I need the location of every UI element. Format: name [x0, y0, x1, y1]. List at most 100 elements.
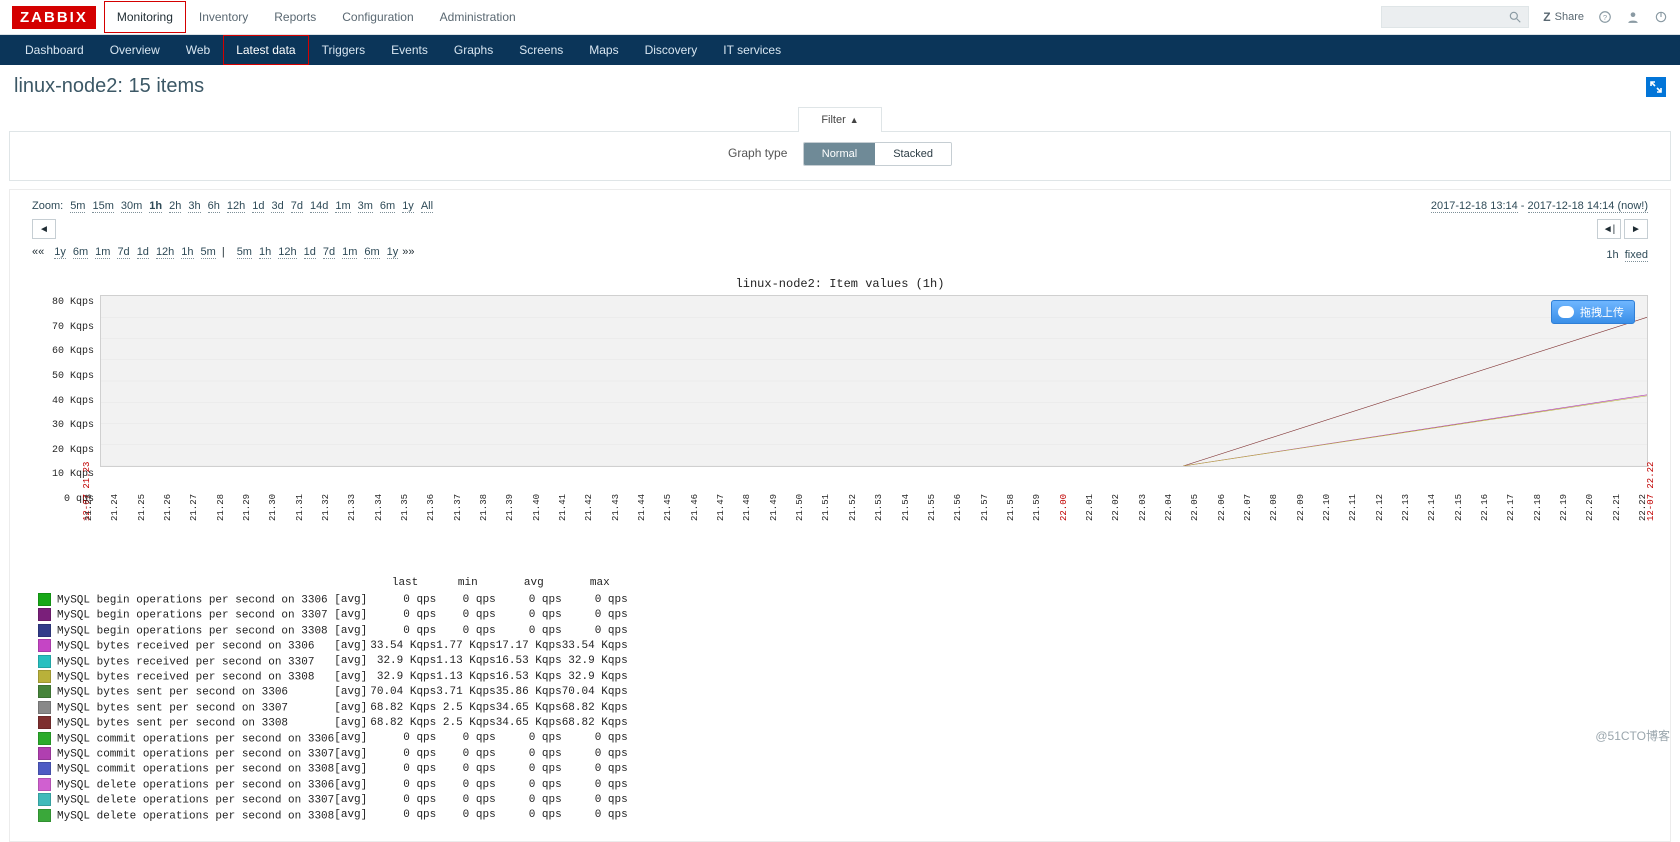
graph-type-normal[interactable]: Normal [804, 143, 875, 165]
zoom-label: Zoom: [32, 200, 63, 212]
triangle-up-icon: ▲ [850, 115, 859, 125]
zoom-6m[interactable]: 6m [380, 200, 395, 213]
step-fwd-1y[interactable]: 1y [387, 246, 399, 259]
chart: 80 Kqps70 Kqps60 Kqps50 Kqps40 Kqps30 Kq… [32, 295, 1648, 525]
graph-type-stacked[interactable]: Stacked [875, 143, 951, 165]
plot-area[interactable]: 拖拽上传 [100, 295, 1648, 467]
graph-panel: Zoom: 5m 15m 30m 1h 2h 3h 6h 12h 1d 3d 7d 14d 1m 3m 6m… [9, 189, 1671, 842]
zoom-30m[interactable]: 30m [121, 200, 142, 213]
filter-toggle[interactable]: Filter▲ [798, 107, 881, 132]
sub-nav: DashboardOverviewWebLatest dataTriggersE… [0, 35, 1680, 65]
page-header: linux-node2: 15 items [0, 65, 1680, 106]
legend-row: MySQL delete operations per second on 33… [38, 777, 628, 792]
graph-type-segmented: Normal Stacked [803, 142, 952, 166]
sub-nav-web[interactable]: Web [173, 35, 223, 65]
main-nav-monitoring[interactable]: Monitoring [104, 1, 186, 33]
chart-legend: lastminavgmaxMySQL begin operations per … [38, 577, 1648, 823]
zoom-1y[interactable]: 1y [402, 200, 414, 213]
top-bar: ZABBIX MonitoringInventoryReportsConfigu… [0, 0, 1680, 35]
zoom-1h[interactable]: 1h [149, 200, 162, 213]
step-back-1d[interactable]: 1d [137, 246, 149, 259]
fullscreen-button[interactable] [1646, 77, 1666, 97]
user-icon[interactable] [1626, 10, 1640, 24]
zoom-6h[interactable]: 6h [208, 200, 220, 213]
step-fwd-1d[interactable]: 1d [304, 246, 316, 259]
sub-nav-events[interactable]: Events [378, 35, 441, 65]
step-back-1m[interactable]: 1m [95, 246, 110, 259]
nav-prev-end-button[interactable]: ◄| [1597, 219, 1621, 239]
zoom-3m[interactable]: 3m [358, 200, 373, 213]
sub-nav-maps[interactable]: Maps [576, 35, 631, 65]
nav-prev-button[interactable]: ◄ [32, 219, 56, 239]
zoom-15m[interactable]: 15m [92, 200, 113, 213]
legend-row: MySQL begin operations per second on 330… [38, 623, 628, 638]
step-fwd-5m[interactable]: 5m [237, 246, 252, 259]
zoom-7d[interactable]: 7d [291, 200, 303, 213]
sub-nav-it-services[interactable]: IT services [710, 35, 794, 65]
step-back-1y[interactable]: 1y [54, 246, 66, 259]
step-left-cap: «« [32, 246, 44, 258]
legend-row: MySQL bytes received per second on 3308[… [38, 669, 628, 684]
logo[interactable]: ZABBIX [12, 6, 96, 29]
zoom-3d[interactable]: 3d [271, 200, 283, 213]
step-back-1h[interactable]: 1h [181, 246, 193, 259]
zoom-3h[interactable]: 3h [188, 200, 200, 213]
help-icon[interactable]: ? [1598, 10, 1612, 24]
legend-row: MySQL delete operations per second on 33… [38, 808, 628, 823]
zoom-1d[interactable]: 1d [252, 200, 264, 213]
step-back-7d[interactable]: 7d [117, 246, 129, 259]
main-nav-reports[interactable]: Reports [261, 1, 329, 33]
zoom-1m[interactable]: 1m [335, 200, 350, 213]
main-nav-configuration[interactable]: Configuration [329, 1, 426, 33]
step-back-12h[interactable]: 12h [156, 246, 174, 259]
step-fwd-12h[interactable]: 12h [278, 246, 296, 259]
legend-row: MySQL begin operations per second on 330… [38, 592, 628, 607]
main-nav-administration[interactable]: Administration [427, 1, 529, 33]
legend-row: MySQL bytes received per second on 3307[… [38, 654, 628, 669]
sub-nav-screens[interactable]: Screens [506, 35, 576, 65]
sub-nav-graphs[interactable]: Graphs [441, 35, 506, 65]
legend-row: MySQL bytes sent per second on 3307[avg]… [38, 700, 628, 715]
share-button[interactable]: Z Share [1543, 10, 1584, 24]
search-input[interactable] [1381, 6, 1529, 28]
filter-section: Filter▲ Graph type Normal Stacked [0, 106, 1680, 181]
zoom-14d[interactable]: 14d [310, 200, 328, 213]
step-back-5m[interactable]: 5m [201, 246, 216, 259]
watermark: @51CTO博客 [1595, 727, 1670, 744]
step-fwd-7d[interactable]: 7d [323, 246, 335, 259]
sub-nav-overview[interactable]: Overview [97, 35, 173, 65]
step-fwd-6m[interactable]: 6m [364, 246, 379, 259]
time-to[interactable]: 2017-12-18 14:14 (now!) [1528, 200, 1648, 213]
top-right-tools: Z Share ? [1381, 6, 1668, 28]
sub-nav-dashboard[interactable]: Dashboard [12, 35, 97, 65]
search-icon [1508, 10, 1522, 24]
chart-title: linux-node2: Item values (1h) [32, 277, 1648, 291]
sub-nav-discovery[interactable]: Discovery [632, 35, 711, 65]
legend-row: MySQL bytes received per second on 3306[… [38, 638, 628, 653]
cloud-icon [1558, 306, 1574, 318]
main-nav-inventory[interactable]: Inventory [186, 1, 261, 33]
nav-next-button[interactable]: ► [1624, 219, 1648, 239]
sub-nav-latest-data[interactable]: Latest data [223, 35, 308, 65]
graph-type-label: Graph type [728, 146, 787, 160]
zoom-12h[interactable]: 12h [227, 200, 245, 213]
power-icon[interactable] [1654, 10, 1668, 24]
time-from[interactable]: 2017-12-18 13:14 [1431, 200, 1518, 213]
step-fwd-1h[interactable]: 1h [259, 246, 271, 259]
legend-row: MySQL bytes sent per second on 3306[avg]… [38, 684, 628, 699]
time-range: 2017-12-18 13:14 - 2017-12-18 14:14 (now… [1431, 200, 1648, 212]
page-title: linux-node2: 15 items [14, 75, 204, 98]
upload-badge[interactable]: 拖拽上传 [1551, 300, 1635, 324]
zoom-5m[interactable]: 5m [70, 200, 85, 213]
zoom-2h[interactable]: 2h [169, 200, 181, 213]
step-fwd-1m[interactable]: 1m [342, 246, 357, 259]
step-right-cap: »» [402, 246, 414, 258]
x-axis: 12-07 21.2321.2321.2421.2521.2621.2721.2… [94, 471, 1648, 521]
zoom-All[interactable]: All [421, 200, 433, 213]
expand-icon [1650, 81, 1662, 93]
legend-row: MySQL delete operations per second on 33… [38, 792, 628, 807]
step-back-6m[interactable]: 6m [73, 246, 88, 259]
sub-nav-triggers[interactable]: Triggers [309, 35, 379, 65]
fixed-mode[interactable]: fixed [1625, 249, 1648, 262]
main-nav: MonitoringInventoryReportsConfigurationA… [104, 1, 529, 33]
